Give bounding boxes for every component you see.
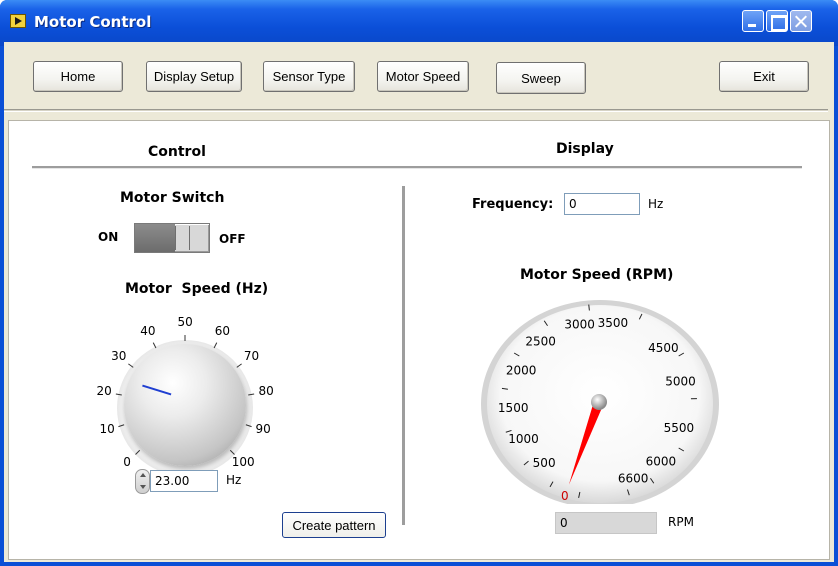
knob-pointer-layer bbox=[142, 384, 172, 396]
switch-off-label: OFF bbox=[219, 232, 246, 246]
minimize-button[interactable] bbox=[742, 10, 764, 32]
rpm-unit: RPM bbox=[668, 515, 694, 529]
home-button[interactable]: Home bbox=[33, 61, 123, 92]
knob-tick-label: 70 bbox=[243, 348, 260, 363]
knob-tick-label: 30 bbox=[111, 348, 127, 363]
switch-groove bbox=[189, 226, 190, 250]
gauge-tick-label: 2000 bbox=[506, 364, 537, 378]
frequency-unit: Hz bbox=[648, 197, 664, 211]
motor-switch-title: Motor Switch bbox=[120, 190, 225, 206]
sensor-type-button[interactable]: Sensor Type bbox=[263, 61, 355, 92]
rpm-gauge: 0 500 1000 1500 2000 2500 3000 3500 4500 5000 5500… bbox=[481, 300, 719, 504]
knob-tick bbox=[248, 393, 255, 396]
gauge-tick-label: 6600 bbox=[618, 472, 649, 486]
close-button[interactable] bbox=[790, 10, 812, 32]
knob-tick-label: 40 bbox=[140, 323, 156, 338]
knob-tick-label: 20 bbox=[96, 384, 112, 399]
gauge-tick-label: 5500 bbox=[664, 421, 695, 435]
switch-on-label: ON bbox=[98, 230, 119, 244]
gauge-tick-label: 2500 bbox=[525, 335, 556, 349]
window-title: Motor Control bbox=[34, 13, 152, 31]
speed-spinner[interactable] bbox=[135, 469, 150, 494]
knob-tick-label: 100 bbox=[231, 454, 255, 469]
gauge-tick-label: 4500 bbox=[648, 341, 679, 355]
sweep-button[interactable]: Sweep bbox=[496, 62, 586, 94]
toolbar-separator bbox=[4, 109, 828, 112]
motor-speed-unit: Hz bbox=[226, 473, 242, 487]
gauge-tick-label: 3000 bbox=[564, 317, 595, 331]
switch-groove bbox=[175, 226, 176, 250]
knob-tick bbox=[115, 393, 122, 396]
switch-slider bbox=[135, 224, 175, 252]
section-divider bbox=[402, 186, 405, 525]
motor-speed-knob-title: Motor Speed (Hz) bbox=[125, 281, 269, 297]
create-pattern-button[interactable]: Create pattern bbox=[282, 512, 386, 538]
knob-tick-label: 50 bbox=[177, 315, 193, 329]
gauge-tick-label: 6000 bbox=[646, 455, 677, 469]
rpm-readout: 0 bbox=[555, 512, 657, 534]
gauge-tick-label: 3500 bbox=[598, 316, 629, 330]
display-header: Display bbox=[556, 141, 614, 157]
toolbar: Home Display Setup Sensor Type Motor Spe… bbox=[4, 46, 828, 108]
frequency-label: Frequency: bbox=[472, 197, 554, 212]
knob-tick bbox=[245, 424, 252, 428]
maximize-button[interactable] bbox=[766, 10, 788, 32]
knob-tick-label: 60 bbox=[214, 323, 230, 338]
knob-pointer bbox=[142, 384, 172, 396]
exit-button[interactable]: Exit bbox=[719, 61, 809, 92]
gauge-tick-label: 1000 bbox=[508, 432, 539, 446]
gauge-tick-label: 0 bbox=[561, 489, 569, 503]
labview-app-icon bbox=[10, 14, 26, 28]
frequency-input[interactable]: 0 bbox=[564, 193, 640, 215]
gauge-tick bbox=[588, 304, 590, 311]
gauge-tick-label: 1500 bbox=[498, 401, 529, 415]
knob-tick-label: 10 bbox=[99, 422, 115, 437]
gauge-tick-label: 5000 bbox=[665, 375, 696, 389]
motor-speed-input[interactable]: 23.00 bbox=[150, 470, 218, 492]
control-header: Control bbox=[148, 144, 206, 160]
gauge-title: Motor Speed (RPM) bbox=[520, 267, 674, 283]
header-divider bbox=[32, 166, 802, 169]
motor-switch-toggle[interactable] bbox=[134, 223, 210, 253]
knob-tick-label: 80 bbox=[258, 384, 274, 399]
gauge-tick-label: 500 bbox=[533, 456, 556, 470]
motor-speed-button[interactable]: Motor Speed bbox=[377, 61, 469, 92]
gauge-hub bbox=[591, 394, 607, 410]
knob-tick-label: 90 bbox=[255, 422, 271, 437]
knob-tick-label: 0 bbox=[123, 454, 131, 469]
title-bar[interactable]: Motor Control bbox=[0, 0, 838, 46]
display-setup-button[interactable]: Display Setup bbox=[146, 61, 242, 92]
